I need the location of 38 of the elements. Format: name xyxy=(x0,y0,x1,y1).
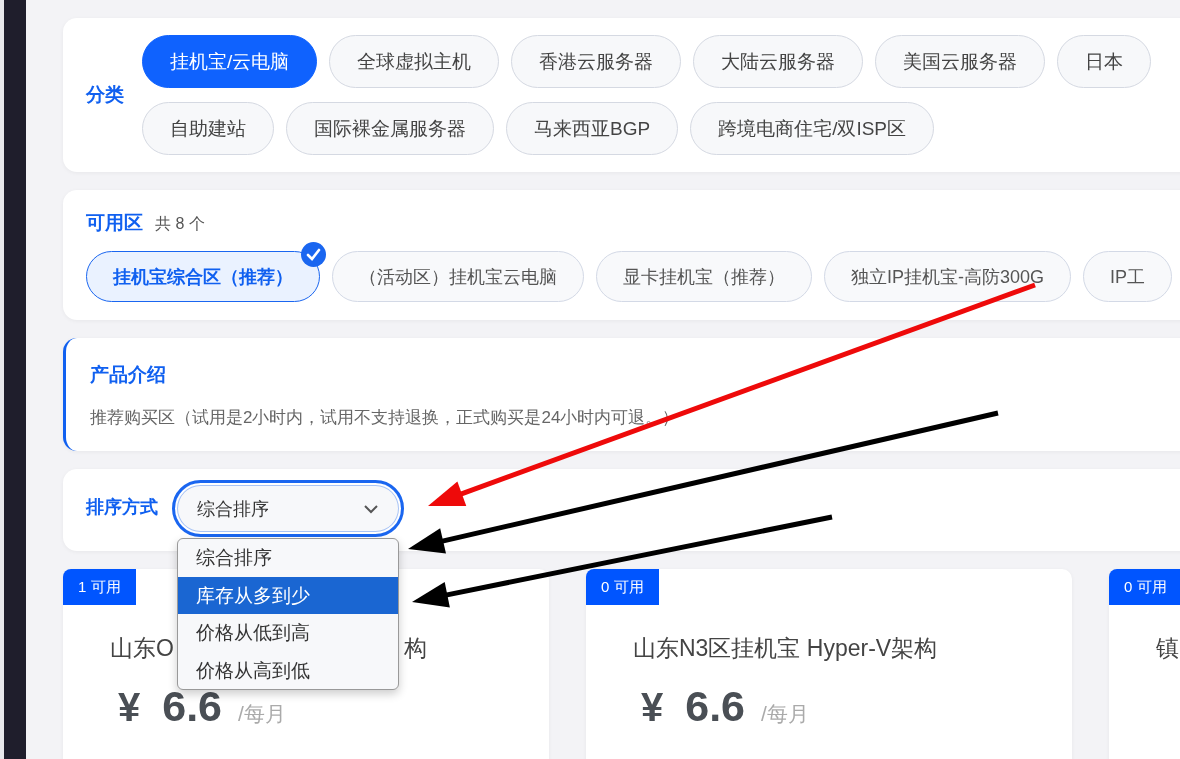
category-chip[interactable]: 马来西亚BGP xyxy=(506,102,679,155)
category-chip[interactable]: 自助建站 xyxy=(142,102,274,155)
zone-chip[interactable]: 显卡挂机宝（推荐） xyxy=(596,251,812,302)
product-title: 山东N3区挂机宝 Hyper-V架构 xyxy=(633,634,938,663)
stock-badge: 0 可用 xyxy=(586,569,659,605)
zone-title: 可用区 xyxy=(86,211,143,235)
price-period: /每月 xyxy=(238,701,286,727)
stock-badge: 0 可用 xyxy=(1109,569,1180,605)
product-title: 镇 xyxy=(1156,634,1179,663)
category-chip[interactable]: 挂机宝/云电脑 xyxy=(142,35,318,88)
check-icon xyxy=(301,242,326,267)
stock-badge: 1 可用 xyxy=(63,569,136,605)
category-chip[interactable]: 国际裸金属服务器 xyxy=(286,102,494,155)
zone-chip[interactable]: 挂机宝综合区（推荐） xyxy=(86,251,320,302)
currency: ¥ xyxy=(118,685,141,730)
sort-option[interactable]: 库存从多到少 xyxy=(178,576,398,614)
zone-chip[interactable]: （活动区）挂机宝云电脑 xyxy=(332,251,584,302)
category-chip[interactable]: 大陆云服务器 xyxy=(693,35,864,88)
category-chip[interactable]: 跨境电商住宅/双ISP区 xyxy=(690,102,935,155)
category-chip[interactable]: 美国云服务器 xyxy=(875,35,1046,88)
sort-option[interactable]: 综合排序 xyxy=(178,539,398,577)
sort-option[interactable]: 价格从低到高 xyxy=(178,614,398,652)
zone-count: 共 8 个 xyxy=(155,214,205,234)
intro-title: 产品介绍 xyxy=(90,363,167,387)
category-label: 分类 xyxy=(86,83,124,107)
category-chip[interactable]: 香港云服务器 xyxy=(511,35,682,88)
category-chip[interactable]: 全球虚拟主机 xyxy=(329,35,500,88)
price-period: /每月 xyxy=(761,701,809,727)
zone-chip[interactable]: IP工 xyxy=(1083,251,1173,302)
product-title: 构 xyxy=(403,634,427,663)
sort-label: 排序方式 xyxy=(86,496,158,519)
zone-chip[interactable]: 独立IP挂机宝-高防300G xyxy=(824,251,1072,302)
product-title: 山东O xyxy=(110,634,174,663)
price: 6.6 xyxy=(685,682,746,731)
chevron-down-icon xyxy=(363,503,379,514)
sort-select[interactable]: 综合排序 xyxy=(172,480,404,537)
category-chip[interactable]: 日本 xyxy=(1057,35,1152,88)
currency: ¥ xyxy=(641,685,664,730)
